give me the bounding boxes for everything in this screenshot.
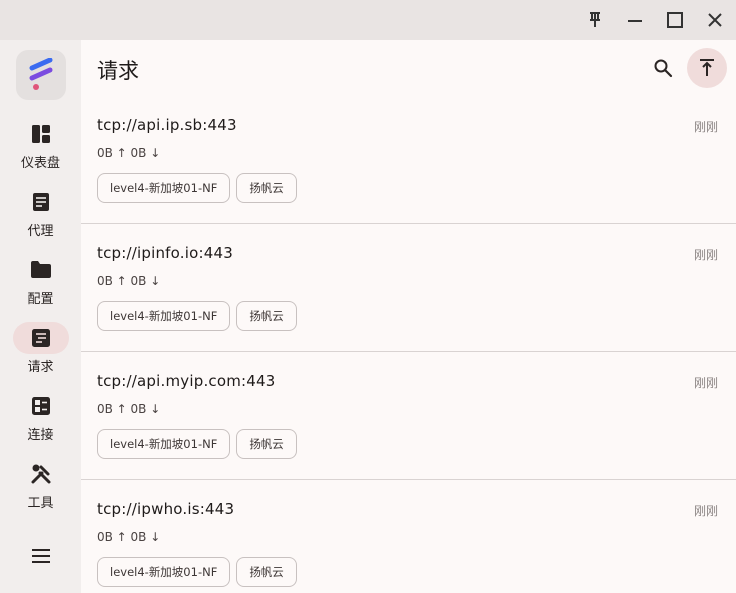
sidebar-item-label: 代理 <box>27 224 54 239</box>
proxy-chip[interactable]: level4-新加坡01-NF <box>97 429 231 459</box>
list-item[interactable]: tcp://ipwho.is:443 刚刚 0B ↑ 0B ↓ level4-新… <box>81 480 736 593</box>
request-list: tcp://api.ip.sb:443 刚刚 0B ↑ 0B ↓ level4-… <box>81 96 736 593</box>
request-tags: level4-新加坡01-NF 扬帆云 <box>97 557 297 587</box>
proxy-chip[interactable]: level4-新加坡01-NF <box>97 301 231 331</box>
sidebar-item-label: 请求 <box>27 360 54 375</box>
request-time: 刚刚 <box>693 120 718 134</box>
page-title: 请求 <box>97 59 139 83</box>
title-bar <box>0 0 736 40</box>
vertical-align-top-icon <box>698 58 716 78</box>
request-host: tcp://api.myip.com:443 <box>97 372 276 390</box>
search-button[interactable] <box>647 52 679 84</box>
list-item[interactable]: tcp://api.ip.sb:443 刚刚 0B ↑ 0B ↓ level4-… <box>81 96 736 224</box>
main-content: 请求 tcp://api.ip.sb:443 刚刚 0B ↑ 0B ↓ leve… <box>81 40 736 593</box>
proxy-chip[interactable]: level4-新加坡01-NF <box>97 557 231 587</box>
sidebar-item-label: 工具 <box>27 496 54 511</box>
sidebar-item-proxies[interactable]: 代理 <box>0 186 81 250</box>
pin-icon[interactable] <box>581 6 609 34</box>
sidebar-item-label: 仪表盘 <box>20 156 60 171</box>
article-icon <box>31 192 51 212</box>
sidebar-item-label: 配置 <box>27 292 54 307</box>
group-chip[interactable]: 扬帆云 <box>236 173 297 203</box>
request-time: 刚刚 <box>693 376 718 390</box>
request-traffic: 0B ↑ 0B ↓ <box>97 146 161 160</box>
request-tags: level4-新加坡01-NF 扬帆云 <box>97 301 297 331</box>
connections-icon <box>31 396 51 416</box>
sidebar-item-label: 连接 <box>27 428 54 443</box>
sidebar-item-tools[interactable]: 工具 <box>0 458 81 522</box>
close-icon[interactable] <box>701 6 729 34</box>
sidebar-item-requests[interactable]: 请求 <box>0 322 81 386</box>
requests-icon <box>31 328 51 348</box>
request-host: tcp://ipwho.is:443 <box>97 500 235 518</box>
minimize-icon[interactable] <box>621 6 649 34</box>
app-logo <box>16 50 66 100</box>
sidebar-item-connections[interactable]: 连接 <box>0 390 81 454</box>
request-time: 刚刚 <box>693 248 718 262</box>
request-time: 刚刚 <box>693 504 718 518</box>
request-tags: level4-新加坡01-NF 扬帆云 <box>97 429 297 459</box>
group-chip[interactable]: 扬帆云 <box>236 557 297 587</box>
list-item[interactable]: tcp://api.myip.com:443 刚刚 0B ↑ 0B ↓ leve… <box>81 352 736 480</box>
sidebar-item-dashboard[interactable]: 仪表盘 <box>0 118 81 182</box>
group-chip[interactable]: 扬帆云 <box>236 301 297 331</box>
request-host: tcp://ipinfo.io:443 <box>97 244 233 262</box>
group-chip[interactable]: 扬帆云 <box>236 429 297 459</box>
request-traffic: 0B ↑ 0B ↓ <box>97 402 161 416</box>
search-icon <box>653 58 673 78</box>
sidebar: 仪表盘 代理 配置 请求 连接 工具 <box>0 40 81 593</box>
request-tags: level4-新加坡01-NF 扬帆云 <box>97 173 297 203</box>
maximize-icon[interactable] <box>661 6 689 34</box>
scroll-to-top-button[interactable] <box>687 48 727 88</box>
folder-icon <box>30 260 52 280</box>
dashboard-icon <box>31 124 51 144</box>
request-traffic: 0B ↑ 0B ↓ <box>97 530 161 544</box>
list-item[interactable]: tcp://ipinfo.io:443 刚刚 0B ↑ 0B ↓ level4-… <box>81 224 736 352</box>
request-host: tcp://api.ip.sb:443 <box>97 116 237 134</box>
request-traffic: 0B ↑ 0B ↓ <box>97 274 161 288</box>
tools-icon <box>30 463 52 485</box>
sidebar-item-profiles[interactable]: 配置 <box>0 254 81 318</box>
proxy-chip[interactable]: level4-新加坡01-NF <box>97 173 231 203</box>
menu-icon[interactable] <box>25 540 57 572</box>
